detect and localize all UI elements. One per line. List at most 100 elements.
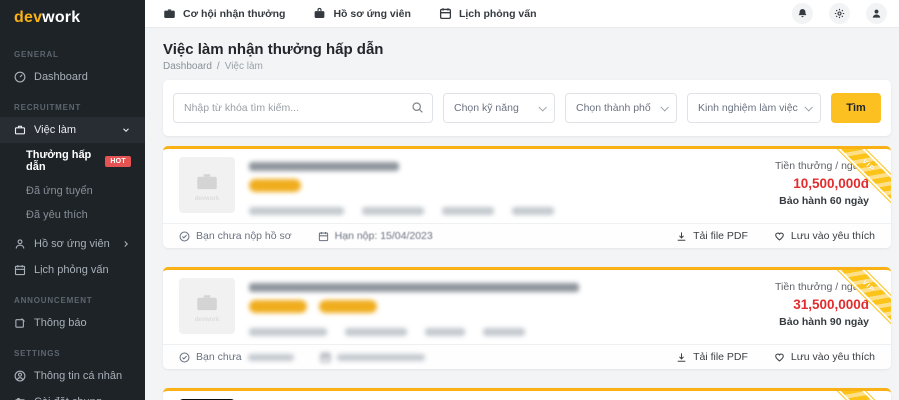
logo-part-work: work [42,9,81,26]
download-icon [677,231,686,241]
briefcase-icon [197,294,217,310]
sidebar-subitem-liked[interactable]: Đã yêu thích [0,203,145,227]
breadcrumb-separator: / [216,61,220,72]
job-card-body: devwork Tiền thưởng / người 31,500,000đ … [163,270,891,344]
job-title-blurred[interactable] [249,283,579,292]
search-input[interactable] [173,93,433,123]
section-label-settings: SETTINGS [14,349,61,358]
company-logo-placeholder: devwork [179,278,235,334]
skill-select-value: Chọn kỹ năng [454,102,519,114]
placeholder-text: devwork [194,316,220,323]
sidebar-item-dashboard[interactable]: Dashboard [0,64,145,90]
sidebar-item-label: Việc làm [34,124,76,136]
job-card-footer: Bạn chưa Tải file PDF Lưu vào yêu thích [163,344,891,369]
chevron-down-icon [538,103,547,112]
gear-icon [834,8,845,19]
status-blurred [247,353,294,361]
sidebar-subitem-label: Thưởng hấp dẫn [26,149,92,173]
sidebar-item-notifications[interactable]: Thông báo [0,310,145,336]
search-filter-panel: Chọn kỹ năng Chọn thành phố Kinh nghiệm … [163,80,891,136]
calendar-icon [14,265,26,276]
sidebar-item-personal-info[interactable]: Thông tin cá nhân [0,363,145,389]
topbar-item-reward-opportunities[interactable]: Cơ hội nhận thưởng [163,7,285,20]
reward-label: Tiền thưởng / người [775,160,869,172]
bag-icon [315,7,325,18]
reward-amount: 10,500,000đ [793,176,869,191]
job-card: VIP devwork Tiền thưởng / người 10,500,0… [163,146,891,248]
reward-block: Tiền thưởng / người 31,500,000đ Bảo hành… [747,278,875,336]
download-pdf-button[interactable]: Tải file PDF [676,351,748,363]
settings-button[interactable] [829,3,850,24]
section-label-general: GENERAL [14,50,59,59]
user-icon [872,9,881,18]
job-title-blurred[interactable] [249,162,399,171]
chevron-down-icon [123,128,129,133]
sidebar-subitem-hot-rewards[interactable]: Thưởng hấp dẫn HOT [0,143,145,179]
save-favorite-button[interactable]: Lưu vào yêu thích [774,230,875,242]
application-status: Bạn chưa nộp hồ sơ [179,230,292,242]
account-button[interactable] [866,3,887,24]
experience-select[interactable]: Kinh nghiệm làm việc [687,93,821,123]
breadcrumb-current: Việc làm [224,61,263,72]
sidebar-subitem-applied[interactable]: Đã ứng tuyển [0,179,145,203]
calendar-icon [320,352,330,362]
briefcase-icon [14,125,26,135]
chevron-right-icon [124,241,129,247]
app-root: devwork GENERAL Dashboard RECRUITMENT Vi… [0,0,899,400]
bell-icon [798,9,807,18]
person-circle-icon [14,370,26,382]
briefcase-icon [197,173,217,189]
search-button[interactable]: Tìm [831,93,881,123]
sidebar-subitem-label: Đã yêu thích [26,209,88,221]
deadline: Hạn nộp: 15/04/2023 [318,230,433,242]
job-card-body: devwork Tiền thưởng / người 10,500,000đ [163,149,891,223]
calendar-icon [318,231,328,241]
skill-select[interactable]: Chọn kỹ năng [443,93,555,123]
sidebar-item-interview-schedule[interactable]: Lịch phỏng vấn [0,257,145,283]
job-meta-blurred [249,328,733,336]
warranty-text: Bảo hành 90 ngày [779,316,869,328]
keyword-field-wrap [173,93,433,123]
job-card-body: Middle/Senior System Engineer (SE) (HCM)… [163,391,891,400]
notifications-button[interactable] [792,3,813,24]
heart-icon [775,232,784,241]
sidebar-item-candidate-profiles[interactable]: Hồ sơ ứng viên [0,231,145,257]
topbar-item-label: Cơ hội nhận thưởng [183,7,286,20]
section-label-announcement: ANNOUNCEMENT [14,296,93,305]
job-badge-blurred [249,300,307,313]
city-select[interactable]: Chọn thành phố [565,93,677,123]
logo-part-dev: dev [14,9,43,26]
sidebar-item-label: Hồ sơ ứng viên [34,238,110,250]
reward-block: Tiền thưởng / người 10,500,000đ Bảo hành… [747,157,875,215]
briefcase-icon [164,9,175,18]
breadcrumb: Dashboard / Việc làm [163,61,891,72]
sidebar-item-jobs[interactable]: Việc làm [0,117,145,143]
topbar-item-interview-schedule[interactable]: Lịch phỏng vấn [439,7,537,20]
job-meta-blurred [249,207,733,215]
breadcrumb-home[interactable]: Dashboard [163,61,212,72]
warranty-text: Bảo hành 60 ngày [779,195,869,207]
section-label-recruitment: RECRUITMENT [14,103,82,112]
page-title: Việc làm nhận thưởng hấp dẫn [163,41,384,58]
sidebar: devwork GENERAL Dashboard RECRUITMENT Vi… [0,0,145,400]
job-badge-blurred [319,300,378,313]
job-card: VIP Middle/Senior System Engineer (SE) (… [163,388,891,400]
download-icon [677,352,686,362]
sidebar-item-label: Thông tin cá nhân [34,370,123,382]
deadline-blurred [320,351,425,363]
topbar-item-candidate-profiles[interactable]: Hồ sơ ứng viên [313,7,411,20]
topbar: Cơ hội nhận thưởng Hồ sơ ứng viên Lịch p… [145,0,899,28]
reward-label: Tiền thưởng / người [775,281,869,293]
job-info [249,278,733,336]
sidebar-item-general-settings[interactable]: Cài đặt chung [0,389,145,400]
sidebar-item-label: Thông báo [34,317,87,329]
save-favorite-button[interactable]: Lưu vào yêu thích [774,351,875,363]
logo[interactable]: devwork [0,0,145,37]
download-pdf-button[interactable]: Tải file PDF [676,230,748,242]
topbar-item-label: Hồ sơ ứng viên [333,7,411,20]
check-circle-icon [179,231,190,241]
application-status: Bạn chưa [179,351,294,363]
sidebar-item-label: Cài đặt chung [34,396,102,400]
company-logo-placeholder: devwork [179,157,235,213]
chevron-down-icon [660,103,669,112]
